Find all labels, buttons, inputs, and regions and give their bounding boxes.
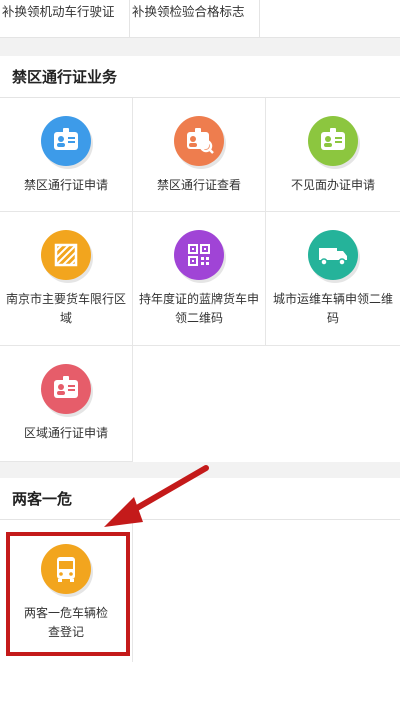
restricted-pass-grid: 禁区通行证申请 禁区通行证查看 不见面办证申请 南京市主要货车限行区域 持年度证… <box>0 98 400 462</box>
tile-label: 区域通行证申请 <box>23 426 108 440</box>
service-label: 补换领机动车行驶证 <box>2 4 115 19</box>
id-card-icon <box>41 116 91 166</box>
highlight-box <box>6 532 130 656</box>
section-title-hazard: 两客一危 <box>0 478 400 520</box>
id-card-search-icon <box>174 116 224 166</box>
tile-label: 不见面办证申请 <box>290 178 375 192</box>
tile-area-pass-apply[interactable]: 区域通行证申请 <box>0 346 133 462</box>
tile-label: 城市运维车辆申领二维码 <box>272 292 393 325</box>
tile-remote-apply[interactable]: 不见面办证申请 <box>266 98 400 212</box>
tile-label: 禁区通行证申请 <box>23 178 108 192</box>
service-empty-cell <box>260 0 400 38</box>
tile-city-vehicle-qr[interactable]: 城市运维车辆申领二维码 <box>266 212 400 346</box>
restricted-area-icon <box>41 230 91 280</box>
truck-icon <box>308 230 358 280</box>
top-service-row: 补换领机动车行驶证 补换领检验合格标志 <box>0 0 400 38</box>
tile-pass-apply[interactable]: 禁区通行证申请 <box>0 98 133 212</box>
tile-truck-restricted-area[interactable]: 南京市主要货车限行区域 <box>0 212 133 346</box>
qr-code-icon <box>174 230 224 280</box>
tile-annual-truck-qr[interactable]: 持年度证的蓝牌货车申领二维码 <box>133 212 266 346</box>
service-label: 补换领检验合格标志 <box>132 4 245 19</box>
tile-label: 禁区通行证查看 <box>156 178 241 192</box>
id-card-icon <box>308 116 358 166</box>
page-footer-area <box>0 662 400 710</box>
service-replace-license[interactable]: 补换领机动车行驶证 <box>0 0 130 38</box>
tile-label: 持年度证的蓝牌货车申领二维码 <box>138 292 259 325</box>
tile-label: 南京市主要货车限行区域 <box>5 292 126 325</box>
tile-pass-view[interactable]: 禁区通行证查看 <box>133 98 266 212</box>
service-replace-inspection-mark[interactable]: 补换领检验合格标志 <box>130 0 260 38</box>
section-title-restricted-pass: 禁区通行证业务 <box>0 56 400 98</box>
id-card-icon <box>41 364 91 414</box>
